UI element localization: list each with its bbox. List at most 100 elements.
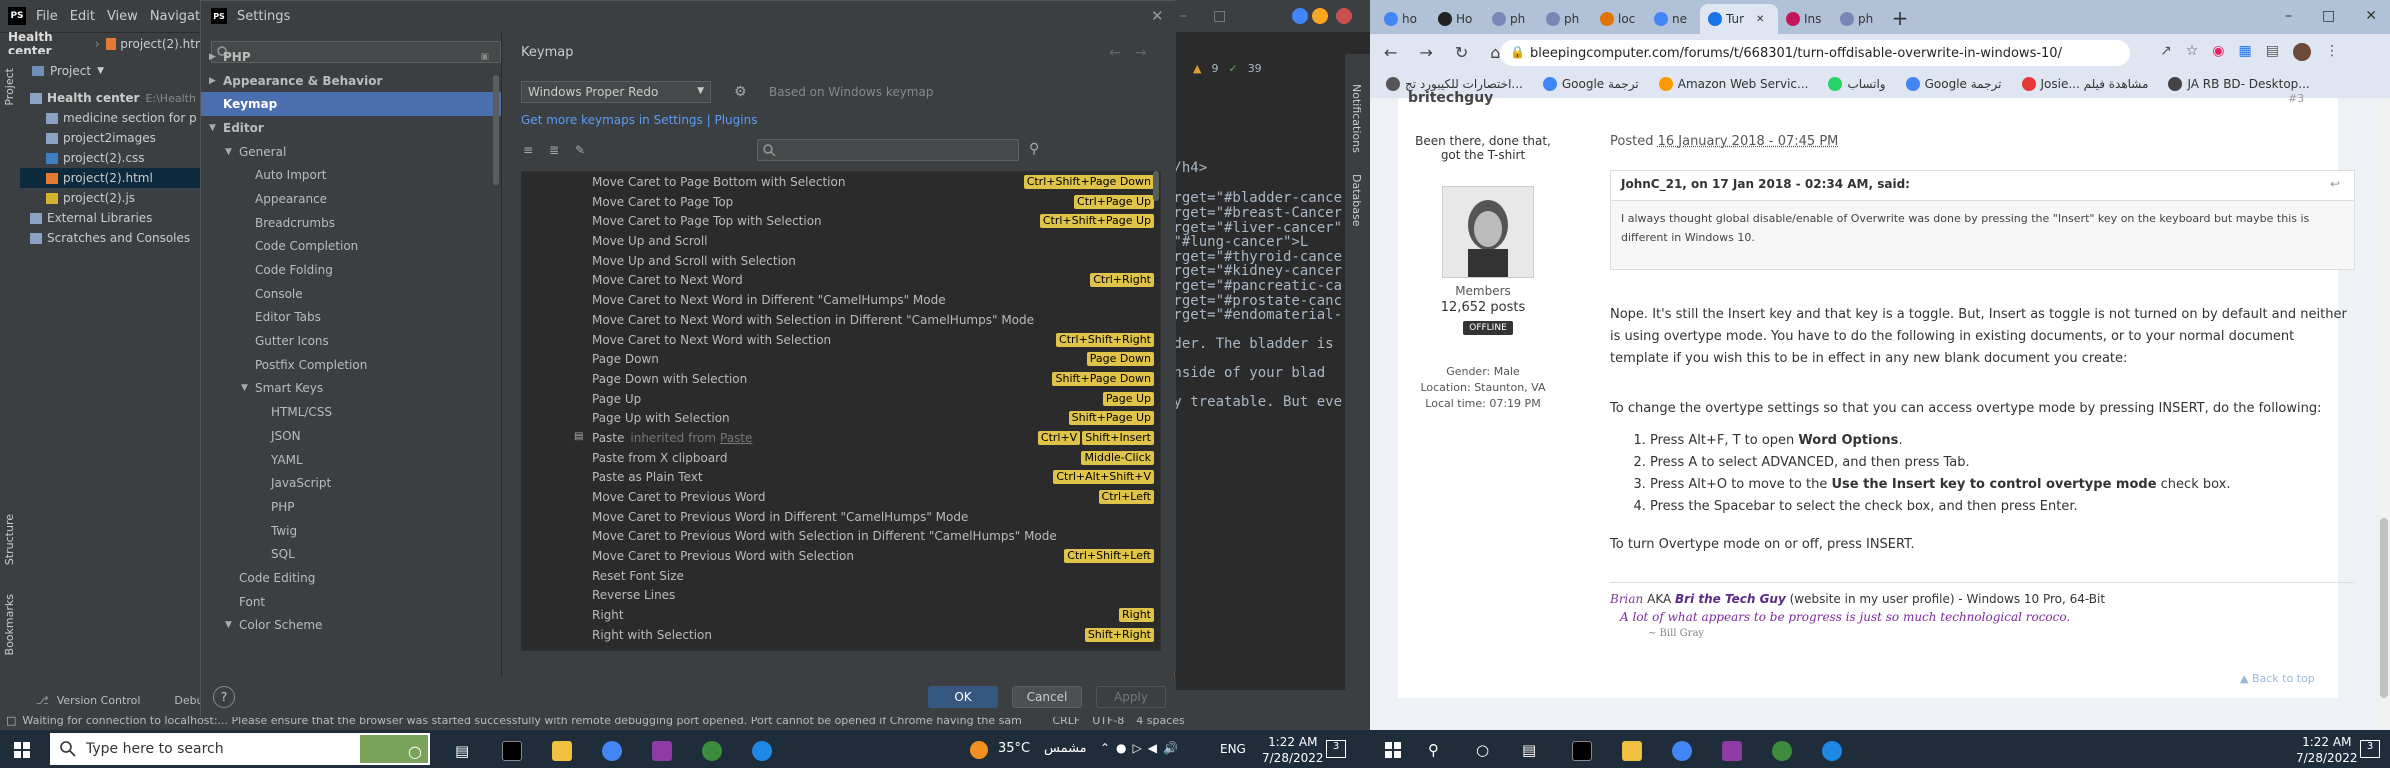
bookmarks-tool-tab[interactable]: Bookmarks — [3, 594, 16, 655]
task-view-icon[interactable]: ▤ — [455, 742, 469, 760]
quote-arrow-icon[interactable]: ↩ — [2330, 177, 2340, 191]
bookmark-item[interactable]: Josie... مشاهدة فيلم — [2021, 77, 2148, 91]
database-tool-tab[interactable]: Database — [1350, 174, 1363, 227]
apply-button[interactable]: Apply — [1096, 686, 1166, 708]
clock-left[interactable]: 1:22 AM 7/28/2022 — [1262, 734, 1324, 766]
avatar[interactable] — [2292, 43, 2311, 61]
keymap-filter-input[interactable] — [757, 139, 1019, 161]
browser-tab[interactable]: Ins — [1778, 4, 1832, 34]
maximize-icon[interactable]: □ — [1213, 8, 1226, 24]
extension-icon[interactable]: ◉ — [2212, 43, 2224, 61]
settings-tree-item[interactable]: ▶ PHP ▣ — [201, 45, 501, 69]
more-menu-icon[interactable]: ⋮ — [2325, 43, 2339, 61]
action-row[interactable]: Move Caret to Page Top Ctrl+Page Up — [522, 192, 1160, 212]
settings-tree-item[interactable]: HTML/CSS — [201, 400, 501, 424]
bookmark-item[interactable]: Amazon Web Servic... — [1658, 77, 1808, 91]
project-tree-item[interactable]: Health center E:\Health — [20, 88, 210, 108]
project-tree-item[interactable]: External Libraries — [20, 208, 210, 228]
update-icon[interactable] — [1312, 8, 1328, 24]
back-arrow-icon[interactable]: ← — [1384, 43, 1397, 62]
menu-view[interactable]: View — [107, 9, 138, 24]
menu-edit[interactable]: Edit — [70, 9, 95, 24]
chevron-down-icon[interactable]: ▼ — [97, 66, 104, 76]
terminal-taskbar-icon-right[interactable] — [1572, 741, 1592, 761]
find-by-shortcut-icon[interactable]: ⚲ — [1029, 141, 1039, 157]
action-row[interactable]: Move Caret to Next Word in Different "Ca… — [522, 290, 1160, 310]
cancel-button[interactable]: Cancel — [1012, 686, 1082, 708]
action-row[interactable]: Paste from X clipboard Middle-Click — [522, 448, 1160, 468]
file-explorer-taskbar-icon-right[interactable] — [1622, 741, 1642, 761]
action-row[interactable]: Move Caret to Next Word Ctrl+Right — [522, 270, 1160, 290]
ok-button[interactable]: OK — [928, 686, 998, 708]
structure-tool-tab[interactable]: Structure — [3, 514, 16, 565]
settings-tree-item[interactable]: Code Editing — [201, 566, 501, 590]
version-control-tab[interactable]: Version Control — [57, 694, 141, 707]
extensions-puzzle-icon[interactable]: ▦ — [2239, 43, 2252, 61]
app-taskbar-icon[interactable] — [702, 741, 722, 761]
phpstorm-taskbar-icon-right[interactable] — [1722, 741, 1742, 761]
bookmark-item[interactable]: Google ترجمة — [1905, 77, 2002, 91]
action-row[interactable]: Move Caret to Page Top with Selection Ctr… — [522, 211, 1160, 231]
browser-tab[interactable]: loc — [1592, 4, 1646, 34]
bookmark-star-icon[interactable]: ☆ — [2186, 43, 2199, 61]
page-scrollbar[interactable] — [2378, 98, 2390, 730]
notification-badge[interactable]: 3 — [1326, 740, 1346, 758]
search-icon-right[interactable]: ⚲ — [1428, 741, 1439, 759]
get-more-keymaps-link[interactable]: Get more keymaps in Settings | Plugins — [521, 113, 757, 127]
code-editor[interactable]: ▲ 9 ✓ 39 </h4> arget="#bladder-cance arget="… — [1165, 54, 1345, 694]
reload-icon[interactable]: ↻ — [1455, 43, 1468, 62]
project-tree-item[interactable]: medicine section for p — [20, 108, 210, 128]
settings-tree-item[interactable]: PHP — [201, 495, 501, 519]
inspection-widget[interactable]: ▲ 9 ✓ 39 — [1193, 62, 1262, 75]
chrome-run-icon[interactable] — [1292, 8, 1308, 24]
project-panel-title[interactable]: Project — [50, 64, 91, 78]
help-button[interactable]: ? — [213, 686, 235, 708]
weather-temp[interactable]: 35°C — [998, 741, 1030, 756]
project-tree-item[interactable]: Scratches and Consoles — [20, 228, 210, 248]
settings-tree-item[interactable]: Appearance — [201, 187, 501, 211]
action-row[interactable]: Reset Font Size — [522, 566, 1160, 586]
windows-start-icon-right[interactable] — [1385, 742, 1401, 758]
settings-tree-item[interactable]: Twig — [201, 519, 501, 543]
action-row[interactable]: Move Caret to Previous Word with Selecti… — [522, 526, 1160, 546]
settings-tree-item[interactable]: Code Folding — [201, 258, 501, 282]
system-tray-icons[interactable]: ⌃●▷◀🔊 — [1100, 741, 1184, 755]
file-explorer-taskbar-icon[interactable] — [552, 741, 572, 761]
browser-tab[interactable]: ph — [1484, 4, 1538, 34]
task-view-icon-right[interactable]: ▤ — [1522, 741, 1536, 759]
action-row[interactable]: Move Up and Scroll — [522, 231, 1160, 251]
notification-badge-right[interactable]: 3 — [2360, 740, 2380, 758]
settings-tree-item[interactable]: ▼ Smart Keys — [201, 377, 501, 401]
action-row[interactable]: Move Up and Scroll with Selection — [522, 251, 1160, 271]
project-tree-item[interactable]: project(2).css — [20, 148, 210, 168]
settings-tree-item[interactable]: Editor Tabs — [201, 306, 501, 330]
bookmark-item[interactable]: اختصارات للكيبورد تج... — [1386, 77, 1523, 91]
post-number[interactable]: #3 — [2288, 92, 2304, 105]
tree-scrollbar[interactable] — [493, 75, 499, 185]
weather-sun-icon[interactable] — [970, 741, 988, 759]
terminal-taskbar-icon[interactable] — [502, 741, 522, 761]
action-row[interactable]: Page Down Page Down — [522, 349, 1160, 369]
settings-tree-item[interactable]: Console — [201, 282, 501, 306]
app2-taskbar-icon[interactable] — [752, 741, 772, 761]
action-row[interactable]: Page Up with Selection Shift+Page Up — [522, 408, 1160, 428]
browser-tab[interactable]: ph — [1538, 4, 1592, 34]
language-indicator[interactable]: ENG — [1220, 742, 1246, 756]
page-scrollbar-thumb[interactable] — [2380, 518, 2388, 698]
notifications-tool-tab[interactable]: Notifications — [1350, 84, 1363, 153]
status-panel-icon[interactable]: □ — [6, 714, 16, 727]
action-row[interactable]: Move Caret to Page Bottom with Selection… — [522, 172, 1160, 192]
forward-arrow-icon[interactable]: → — [1135, 45, 1147, 61]
action-row[interactable]: Reverse Lines — [522, 585, 1160, 605]
forward-arrow-icon[interactable]: → — [1419, 43, 1432, 62]
settings-tree-item[interactable]: JavaScript — [201, 471, 501, 495]
settings-tree-item[interactable]: ▼ General — [201, 140, 501, 164]
cortana-icon[interactable]: ○ — [408, 742, 422, 761]
settings-tree-item[interactable]: ▼ Editor — [201, 116, 501, 140]
browser-tab[interactable]: ho — [1376, 4, 1430, 34]
action-row[interactable]: Move Caret to Previous Word Ctrl+Left — [522, 487, 1160, 507]
menu-file[interactable]: File — [36, 9, 58, 24]
browser-tab[interactable]: ph — [1832, 4, 1886, 34]
chrome-taskbar-icon[interactable] — [602, 741, 622, 761]
settings-tree-item[interactable]: ▼ Color Scheme — [201, 614, 501, 638]
